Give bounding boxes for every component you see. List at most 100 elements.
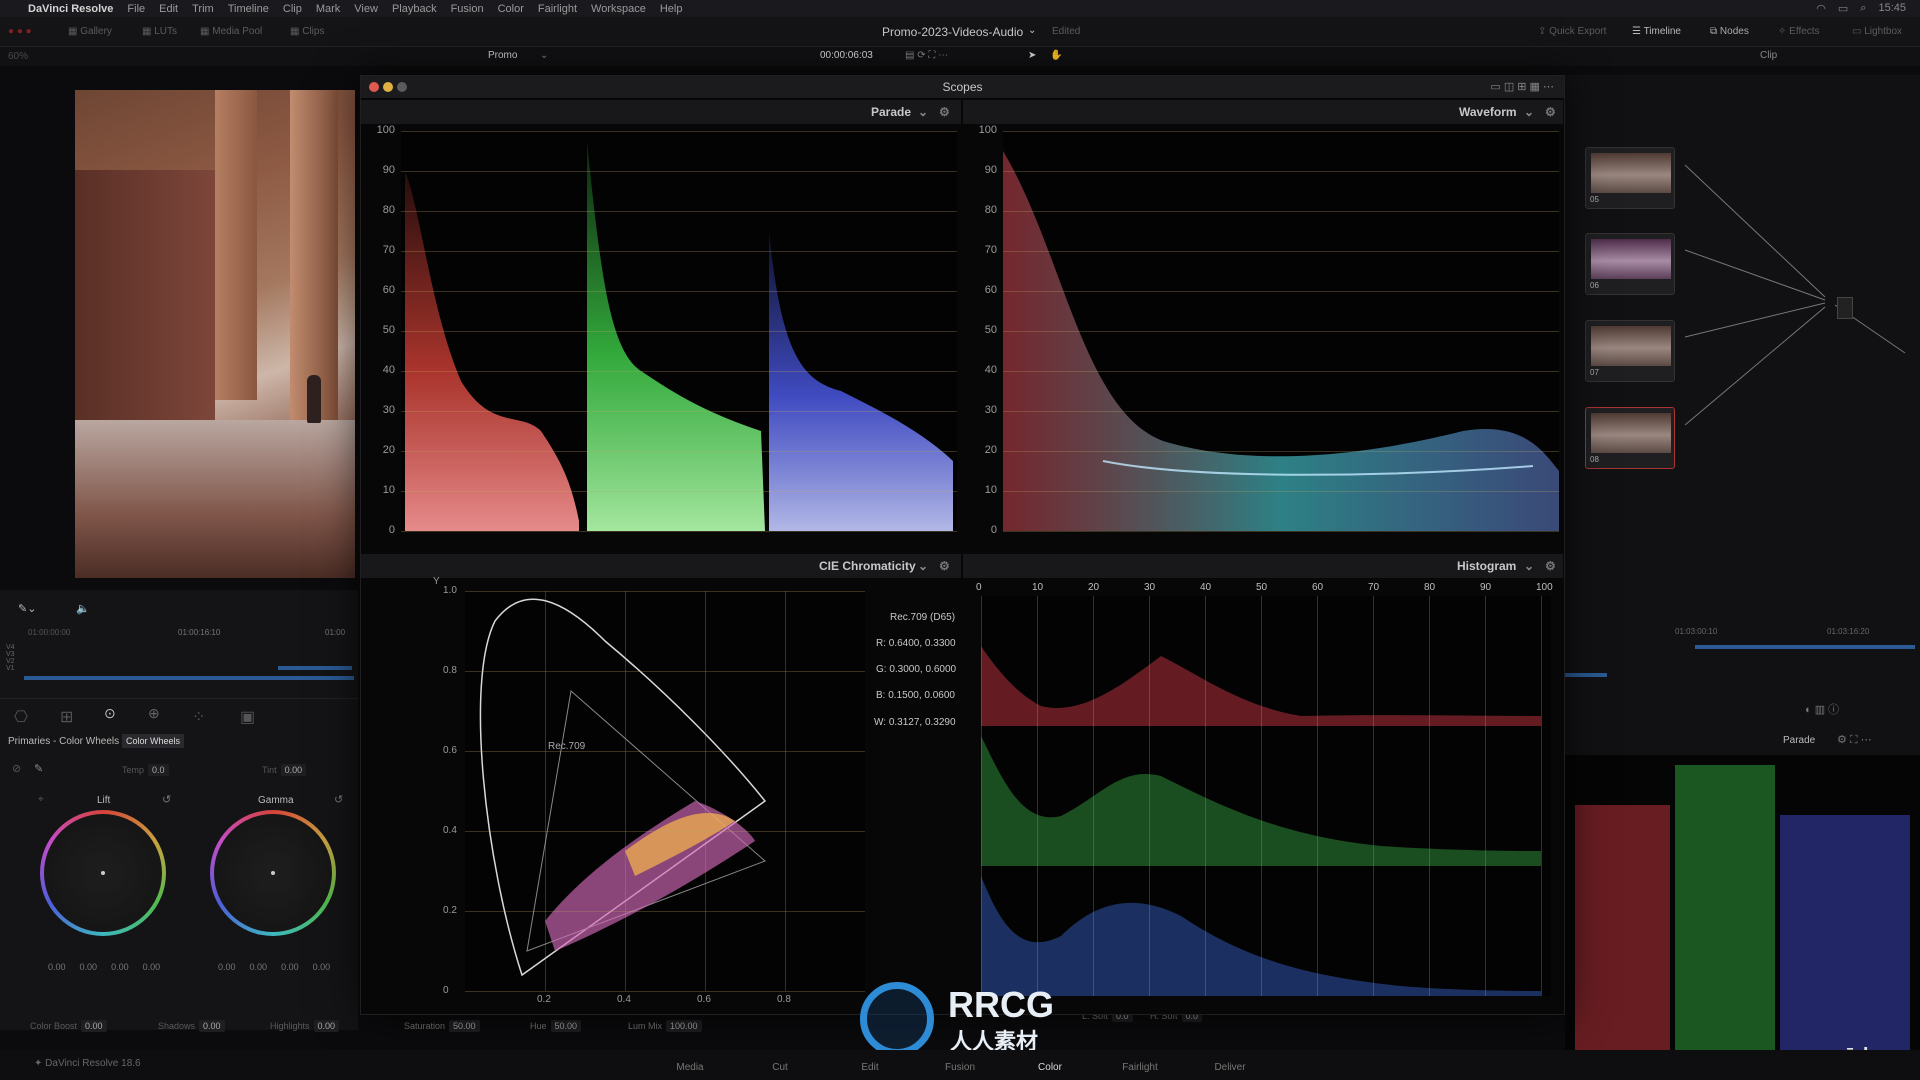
node-07[interactable]: 07 xyxy=(1585,320,1675,382)
menu-mark[interactable]: Mark xyxy=(316,3,340,15)
menu-edit[interactable]: Edit xyxy=(159,3,178,15)
menu-file[interactable]: File xyxy=(127,3,145,15)
zoom-icon[interactable] xyxy=(397,82,407,92)
histogram-selector[interactable]: Histogram xyxy=(1457,554,1516,578)
menu-color[interactable]: Color xyxy=(498,3,524,15)
search-icon[interactable]: ⌕ xyxy=(1860,2,1866,15)
scope-toolbar-icons[interactable]: ◐ ▥ ⓘ xyxy=(1805,701,1839,717)
nav-media[interactable]: Media xyxy=(660,1062,720,1073)
menu-trim[interactable]: Trim xyxy=(192,3,214,15)
minimize-icon[interactable] xyxy=(383,82,393,92)
motion-effects-icon[interactable]: ▣ xyxy=(240,707,255,727)
settings-icon[interactable]: ⚙ xyxy=(939,554,950,578)
nav-edit[interactable]: Edit xyxy=(840,1062,900,1073)
settings-icon[interactable]: ⚙ xyxy=(939,100,950,124)
menu-fairlight[interactable]: Fairlight xyxy=(538,3,577,15)
nav-deliver[interactable]: Deliver xyxy=(1200,1062,1260,1073)
menu-workspace[interactable]: Workspace xyxy=(591,3,646,15)
color-wheels-icon[interactable]: ⊙ xyxy=(104,705,116,722)
gamma-values[interactable]: 0.00 0.00 0.00 0.00 xyxy=(218,962,330,972)
timeline-clip[interactable] xyxy=(1695,645,1915,649)
timeline-selector[interactable]: Promo xyxy=(488,50,517,61)
node-08[interactable]: 08 xyxy=(1585,407,1675,469)
shadows-field[interactable]: Shadows 0.00 xyxy=(158,1020,225,1032)
mini-timeline-clip[interactable] xyxy=(278,666,352,670)
lightbox-button[interactable]: ▭ Lightbox xyxy=(1852,26,1902,37)
clips-button[interactable]: ▦ Clips xyxy=(290,26,324,37)
hdr-icon[interactable]: ⊕ xyxy=(148,705,160,722)
chevron-down-icon[interactable]: ⌄ xyxy=(1524,100,1534,124)
nav-cut[interactable]: Cut xyxy=(750,1062,810,1073)
gamma-wheel-handle[interactable] xyxy=(271,871,275,875)
timeline-button[interactable]: ☰ Timeline xyxy=(1632,26,1681,37)
crosshair-icon[interactable]: ⌖ xyxy=(38,794,44,805)
scope-mode-selector[interactable]: Parade xyxy=(1783,735,1815,746)
scopes-window[interactable]: Scopes ▭ ◫ ⊞ ▦ ⋯ Parade ⌄ ⚙ Waveform ⌄ ⚙… xyxy=(360,75,1565,1015)
chevron-down-icon[interactable]: ⌄ xyxy=(1524,554,1534,578)
parade-selector[interactable]: Parade xyxy=(871,100,911,124)
scope-options-icon[interactable]: ⚙ ⛶ ⋯ xyxy=(1837,733,1872,747)
chevron-down-icon[interactable]: ⌄ xyxy=(918,100,928,124)
color-match-icon[interactable]: ⊞ xyxy=(60,707,73,727)
nodes-button[interactable]: ⧉ Nodes xyxy=(1710,26,1749,37)
layout-icons[interactable]: ▭ ◫ ⊞ ▦ ⋯ xyxy=(1490,76,1554,98)
close-icon[interactable] xyxy=(369,82,379,92)
playback-controls-icon[interactable]: ▤ ⟳ ⛶ ⋯ xyxy=(905,50,948,61)
color-boost-field[interactable]: Color Boost 0.00 xyxy=(30,1020,107,1032)
menu-playback[interactable]: Playback xyxy=(392,3,437,15)
settings-icon[interactable]: ⚙ xyxy=(1545,554,1556,578)
zoom-level[interactable]: 60% xyxy=(8,51,28,62)
node-06[interactable]: 06 xyxy=(1585,233,1675,295)
eyedropper-icon[interactable]: ✎⌄ xyxy=(18,602,36,615)
hue-field[interactable]: Hue 50.00 xyxy=(530,1020,582,1032)
luts-button[interactable]: ▦ LUTs xyxy=(142,26,177,37)
quick-export-button[interactable]: ⇪ Quick Export xyxy=(1538,26,1606,37)
nav-color[interactable]: Color xyxy=(1020,1062,1080,1073)
camera-raw-icon[interactable]: ⎔ xyxy=(14,707,28,727)
effects-button[interactable]: ✧ Effects xyxy=(1778,26,1820,37)
node-05[interactable]: 05 xyxy=(1585,147,1675,209)
nav-fusion[interactable]: Fusion xyxy=(930,1062,990,1073)
gamma-reset-icon[interactable]: ↺ xyxy=(334,793,343,806)
lift-values[interactable]: 0.00 0.00 0.00 0.00 xyxy=(48,962,160,972)
lift-reset-icon[interactable]: ↺ xyxy=(162,793,171,806)
chevron-down-icon[interactable]: ⌄ xyxy=(1028,25,1036,36)
lift-wheel-handle[interactable] xyxy=(101,871,105,875)
highlights-field[interactable]: Highlights 0.00 xyxy=(270,1020,340,1032)
menu-clip[interactable]: Clip xyxy=(283,3,302,15)
pointer-icon[interactable]: ➤ xyxy=(1028,50,1036,61)
auto-balance-icon[interactable]: ✎ xyxy=(34,762,43,775)
reset-icon[interactable]: ⊘ xyxy=(12,762,21,775)
menu-help[interactable]: Help xyxy=(660,3,683,15)
mixer-node[interactable] xyxy=(1837,297,1853,319)
window-controls-icon[interactable]: ● ● ● xyxy=(8,26,32,37)
clip-mode-selector[interactable]: Clip xyxy=(1760,50,1777,61)
settings-icon[interactable]: ⚙ xyxy=(1545,100,1556,124)
timeline-clip[interactable] xyxy=(1565,673,1607,677)
volume-icon[interactable]: 🔈 xyxy=(76,602,90,615)
project-title[interactable]: Promo-2023-Videos-Audio xyxy=(882,25,1023,39)
lum-mix-field[interactable]: Lum Mix 100.00 xyxy=(628,1020,702,1032)
nav-fairlight[interactable]: Fairlight xyxy=(1110,1062,1170,1073)
cie-selector[interactable]: CIE Chromaticity xyxy=(819,554,916,578)
saturation-field[interactable]: Saturation 50.00 xyxy=(404,1020,480,1032)
chevron-down-icon[interactable]: ⌄ xyxy=(918,554,928,578)
app-menu[interactable]: DaVinci Resolve xyxy=(28,3,113,15)
menu-fusion[interactable]: Fusion xyxy=(451,3,484,15)
battery-icon[interactable]: ▭ xyxy=(1838,2,1848,15)
menu-view[interactable]: View xyxy=(354,3,378,15)
temp-field[interactable]: Temp 0.0 xyxy=(122,764,169,776)
wifi-icon[interactable]: ◠ xyxy=(1816,2,1826,15)
hand-icon[interactable]: ✋ xyxy=(1050,50,1062,61)
media-pool-button[interactable]: ▦ Media Pool xyxy=(200,26,262,37)
rgb-mixer-icon[interactable]: ⁘ xyxy=(192,707,205,727)
video-viewer[interactable] xyxy=(75,90,355,578)
menu-timeline[interactable]: Timeline xyxy=(228,3,269,15)
tint-field[interactable]: Tint 0.00 xyxy=(262,764,307,776)
waveform-selector[interactable]: Waveform xyxy=(1459,100,1517,124)
gamma-wheel[interactable] xyxy=(210,810,336,936)
mini-timeline-clip[interactable] xyxy=(24,676,354,680)
gallery-button[interactable]: ▦ Gallery xyxy=(68,26,112,37)
chevron-down-icon[interactable]: ⌄ xyxy=(540,50,548,61)
lift-wheel[interactable] xyxy=(40,810,166,936)
